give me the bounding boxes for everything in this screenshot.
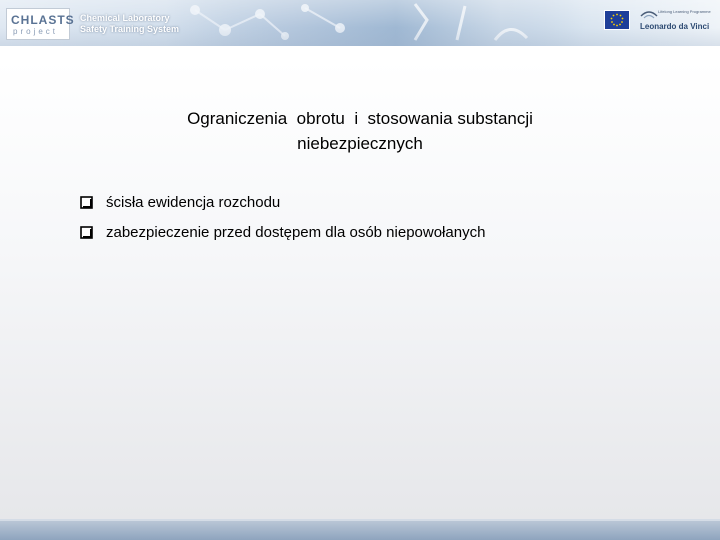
slide-title: Ograniczenia obrotu i stosowania substan… [100,106,620,156]
programme-small-text: Lifelong Learning Programme [658,9,711,14]
eu-flag-icon [604,10,630,30]
footer-bar [0,521,720,540]
header-banner: CHLASTS project Chemical Laboratory Safe… [0,0,720,46]
eu-stars-icon [610,13,624,27]
leonardo-da-vinci-logo: Lifelong Learning Programme Leonardo da … [640,8,714,36]
lifelong-learning-icon [640,11,658,19]
list-item: zabezpieczenie przed dostępem dla osób n… [80,222,680,252]
programme-name-text: Leonardo da Vinci [640,22,710,31]
checkbox-square-icon [80,196,93,209]
slide: CHLASTS project Chemical Laboratory Safe… [0,0,720,540]
banner-title-line2: Safety Training System [80,24,180,34]
list-item: ścisła ewidencja rozchodu [80,192,680,222]
slide-title-line2: niebezpiecznych [297,134,423,153]
banner-title: Chemical Laboratory Safety Training Syst… [80,13,179,35]
logo-top-text: CHLASTS [11,13,75,27]
slide-title-line1: Ograniczenia obrotu i stosowania substan… [187,109,533,128]
logo-bottom-text: project [13,27,59,36]
project-logo: CHLASTS project [6,8,74,40]
bullet-text: zabezpieczenie przed dostępem dla osób n… [106,224,486,241]
bullet-list: ścisła ewidencja rozchodu zabezpieczenie… [80,192,680,252]
bullet-text: ścisła ewidencja rozchodu [106,194,281,211]
checkbox-square-icon [80,226,93,239]
banner-title-line1: Chemical Laboratory [80,13,170,23]
